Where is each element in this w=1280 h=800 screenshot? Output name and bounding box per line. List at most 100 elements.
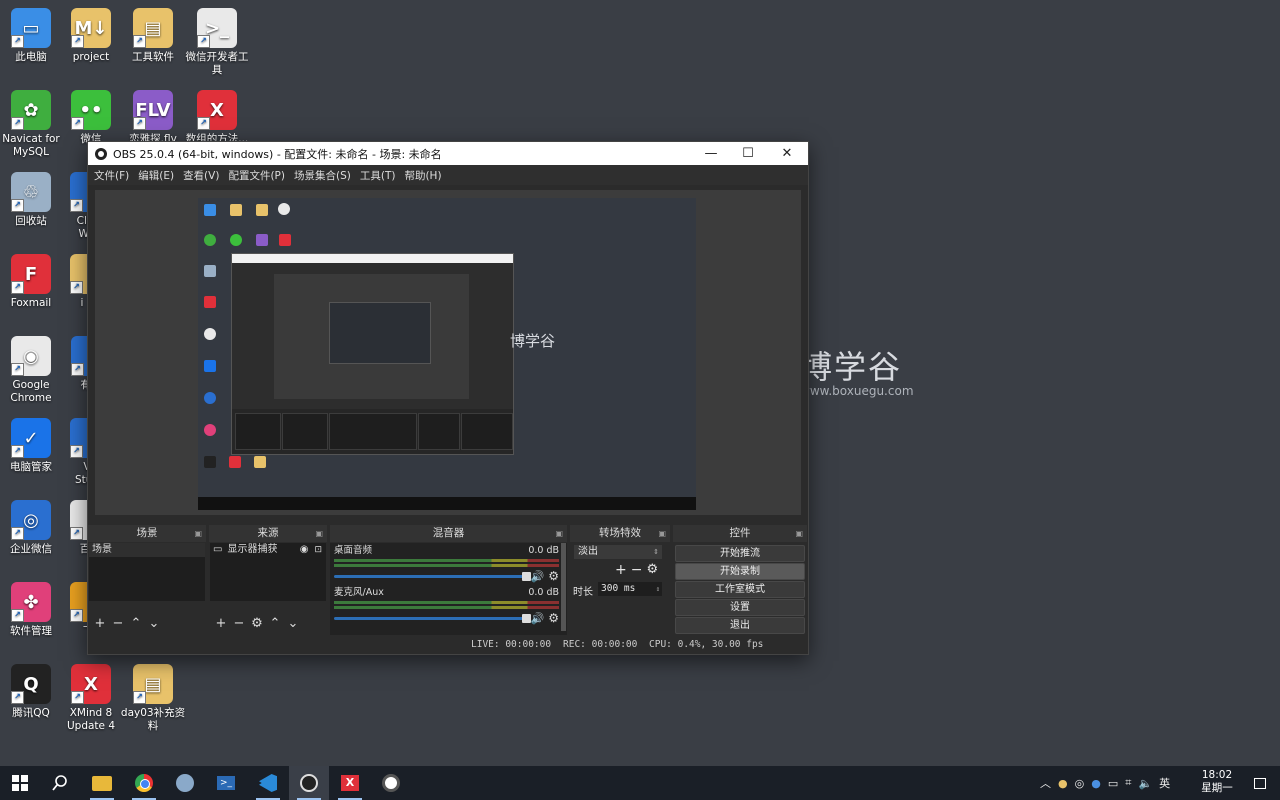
volume-slider-handle[interactable]	[521, 571, 531, 581]
desktop-icon-label: Google Chrome	[10, 379, 52, 404]
dock-float-icon[interactable]: ▣	[194, 525, 202, 542]
xmind-icon: X	[341, 775, 359, 791]
transition-settings-icon[interactable]: ⚙	[646, 562, 658, 578]
taskbar-file-explorer[interactable]	[82, 766, 122, 800]
desktop-icon[interactable]: ✓ ↗ 电脑管家	[0, 418, 66, 474]
ime-indicator[interactable]: 英	[1159, 775, 1170, 791]
shortcut-arrow-icon: ↗	[70, 527, 83, 540]
remove-scene-icon[interactable]: −	[111, 616, 125, 631]
add-scene-icon[interactable]: +	[93, 616, 107, 631]
speaker-icon[interactable]: 🔊	[531, 612, 545, 625]
remove-source-icon[interactable]: −	[232, 616, 246, 631]
duration-label: 时长	[573, 587, 593, 598]
start-streaming-button[interactable]: 开始推流	[675, 545, 805, 562]
duration-spinbox[interactable]: 300 ms ⇕	[598, 582, 662, 596]
dock-float-icon[interactable]: ▣	[795, 525, 803, 542]
battery-icon[interactable]: ▭	[1108, 777, 1118, 790]
visibility-eye-icon[interactable]: ◉	[300, 543, 309, 557]
settings-button[interactable]: 设置	[675, 599, 805, 616]
shortcut-arrow-icon: ↗	[71, 363, 84, 376]
start-recording-button[interactable]: 开始录制	[675, 563, 805, 580]
tray-app-icon[interactable]: ●	[1058, 777, 1068, 790]
desktop-icon-label: 工具软件	[132, 51, 174, 63]
desktop-icon[interactable]: X ↗ XMind 8 Update 4	[56, 664, 126, 733]
remove-transition-icon[interactable]: −	[631, 562, 643, 578]
maximize-button[interactable]: ☐	[729, 142, 767, 165]
preview-nested-dock	[282, 413, 328, 450]
taskbar-app-bird[interactable]	[165, 766, 205, 800]
dock-float-icon[interactable]: ▣	[658, 525, 666, 542]
desktop-icon[interactable]: FLV ↗ 恋雅探.flv	[118, 90, 188, 146]
volume-slider[interactable]	[334, 613, 531, 623]
network-icon[interactable]: ⌗	[1125, 776, 1131, 790]
desktop-icon[interactable]: F ↗ Foxmail	[0, 254, 66, 310]
desktop-icon[interactable]: ▤ ↗ 工具软件	[118, 8, 188, 64]
move-up-icon[interactable]: ⌃	[129, 616, 143, 631]
move-down-icon[interactable]: ⌄	[286, 616, 300, 631]
close-button[interactable]: ✕	[768, 142, 806, 165]
add-transition-icon[interactable]: +	[615, 562, 627, 578]
studio-mode-button[interactable]: 工作室模式	[675, 581, 805, 598]
shortcut-arrow-icon: ↗	[70, 199, 83, 212]
source-item[interactable]: ▭ 显示器捕获 ◉ ⊡	[210, 543, 326, 557]
dock-float-icon[interactable]: ▣	[555, 525, 563, 542]
exit-button[interactable]: 退出	[675, 617, 805, 634]
start-button[interactable]	[0, 766, 40, 800]
obs-titlebar[interactable]: OBS 25.0.4 (64-bit, windows) - 配置文件: 未命名…	[88, 142, 808, 165]
volume-slider-handle[interactable]	[521, 613, 531, 623]
menu-file[interactable]: 文件(F)	[91, 168, 135, 183]
taskbar-xmind[interactable]: X	[330, 766, 370, 800]
desktop-icon-glyph: ▤ ↗	[133, 8, 173, 48]
taskbar-vscode[interactable]	[248, 766, 288, 800]
transition-select[interactable]: 淡出 ⇕	[574, 545, 662, 559]
taskbar-obs[interactable]	[289, 766, 329, 800]
tray-app-icon[interactable]: ●	[1091, 777, 1101, 790]
volume-slider[interactable]	[334, 571, 531, 581]
preview-watermark: 博学谷	[510, 332, 556, 350]
desktop-icon[interactable]: >_ ↗ 微信开发者工具	[182, 8, 252, 77]
scene-item[interactable]: 场景	[89, 543, 205, 557]
desktop-icon[interactable]: M↓ ↗ project	[56, 8, 126, 64]
preview-thumb-icon	[256, 234, 268, 246]
live-timer: LIVE: 00:00:00	[471, 639, 552, 650]
move-up-icon[interactable]: ⌃	[268, 616, 282, 631]
tray-app-icon[interactable]: ◎	[1075, 777, 1085, 790]
lock-icon[interactable]: ⊡	[314, 543, 322, 557]
search-button[interactable]	[40, 766, 80, 800]
source-settings-icon[interactable]: ⚙	[250, 616, 264, 631]
shortcut-arrow-icon: ↗	[11, 363, 24, 376]
desktop-icon[interactable]: ▤ ↗ day03补充资料	[118, 664, 188, 733]
menu-tools[interactable]: 工具(T)	[357, 168, 402, 183]
minimize-button[interactable]: —	[692, 142, 730, 165]
menu-scene-collection[interactable]: 场景集合(S)	[291, 168, 357, 183]
menu-help[interactable]: 帮助(H)	[401, 168, 447, 183]
menu-edit[interactable]: 编辑(E)	[135, 168, 180, 183]
dock-float-icon[interactable]: ▣	[315, 525, 323, 542]
menu-view[interactable]: 查看(V)	[180, 168, 225, 183]
taskbar-chrome[interactable]	[124, 766, 164, 800]
taskbar-powershell[interactable]: >_	[206, 766, 246, 800]
speaker-icon[interactable]: 🔊	[531, 570, 545, 583]
desktop-icon[interactable]: X ↗ 数组的方法...	[182, 90, 252, 146]
move-down-icon[interactable]: ⌄	[147, 616, 161, 631]
channel-name: 麦克风/Aux	[334, 587, 384, 598]
preview-nested-dock	[235, 413, 281, 450]
tray-expand-icon[interactable]: ︿	[1040, 775, 1051, 791]
taskbar-chrome-alt[interactable]	[371, 766, 411, 800]
clock[interactable]: 18:02 星期一	[1200, 769, 1234, 795]
desktop-icon[interactable]: •• ↗ 微信	[56, 90, 126, 146]
menu-profile[interactable]: 配置文件(P)	[225, 168, 291, 183]
volume-muted-icon[interactable]: 🔈	[1138, 777, 1152, 790]
desktop-icon[interactable]: ◉ ↗ Google Chrome	[0, 336, 66, 405]
desktop-icon-glyph: >_ ↗	[197, 8, 237, 48]
desktop-icon[interactable]: ✤ ↗ 软件管理	[0, 582, 66, 638]
notification-button[interactable]	[1240, 766, 1280, 800]
desktop-icon[interactable]: ◎ ↗ 企业微信	[0, 500, 66, 556]
gear-icon[interactable]: ⚙	[548, 611, 559, 625]
desktop-icon[interactable]: ♲ ↗ 回收站	[0, 172, 66, 228]
preview-canvas[interactable]: 博学谷	[198, 198, 696, 510]
gear-icon[interactable]: ⚙	[548, 569, 559, 583]
add-source-icon[interactable]: +	[214, 616, 228, 631]
mixer-scrollbar[interactable]	[561, 543, 566, 631]
preview-thumb-icon	[230, 204, 242, 216]
